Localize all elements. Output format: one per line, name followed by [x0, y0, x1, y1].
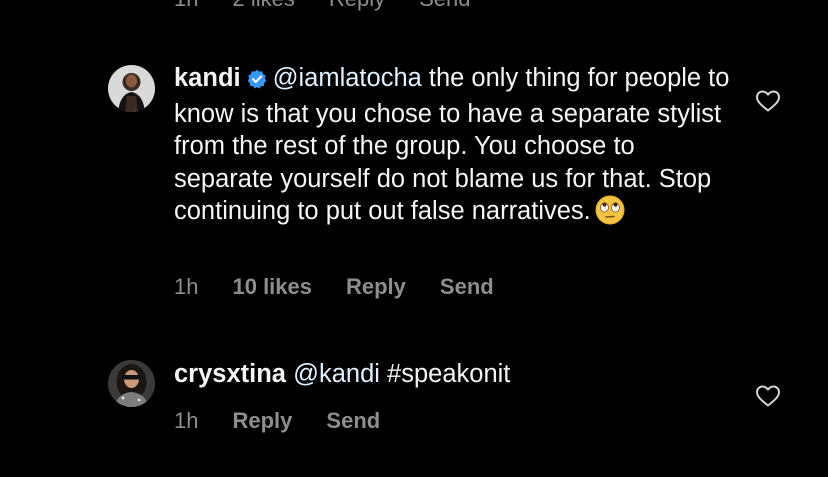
comment-time: 1h	[174, 408, 199, 433]
avatar[interactable]	[108, 65, 155, 112]
likes-count[interactable]: 10 likes	[232, 274, 312, 300]
reply-button[interactable]: Reply	[232, 408, 292, 434]
previous-comment-send-button[interactable]: Send	[419, 0, 470, 12]
previous-comment-meta: 1h 2 likes Reply Send	[174, 0, 470, 12]
username[interactable]: crysxtina	[174, 360, 286, 388]
username[interactable]: kandi	[174, 64, 241, 92]
previous-comment-likes[interactable]: 2 likes	[232, 0, 294, 12]
comment-kandi-meta: 1h 10 likes Reply Send	[174, 274, 528, 300]
like-heart-icon[interactable]	[755, 89, 781, 113]
send-button[interactable]: Send	[326, 408, 380, 434]
mention-link[interactable]: @kandi	[293, 360, 380, 388]
comment-body: #speakonit	[379, 360, 511, 388]
previous-comment-reply-button[interactable]: Reply	[329, 0, 385, 12]
comment-crysxtina-text: crysxtina @kandi #speakonit	[174, 358, 734, 391]
avatar-kandi-image	[108, 65, 155, 112]
send-button[interactable]: Send	[440, 274, 494, 300]
previous-comment-time: 1h	[174, 0, 198, 12]
comment-kandi-text: kandi @iamlatocha the only thing for peop…	[174, 62, 734, 234]
comment-time: 1h	[174, 274, 199, 299]
comment-crysxtina-meta: 1h Reply Send	[174, 408, 414, 434]
like-heart-icon[interactable]	[755, 384, 781, 408]
reply-button[interactable]: Reply	[346, 274, 406, 300]
verified-badge-icon	[247, 65, 267, 98]
mention-link[interactable]: @iamlatocha	[273, 64, 422, 92]
avatar[interactable]	[108, 360, 155, 407]
avatar-crysxtina-image	[108, 360, 155, 407]
face-with-rolling-eyes-icon	[595, 195, 625, 234]
